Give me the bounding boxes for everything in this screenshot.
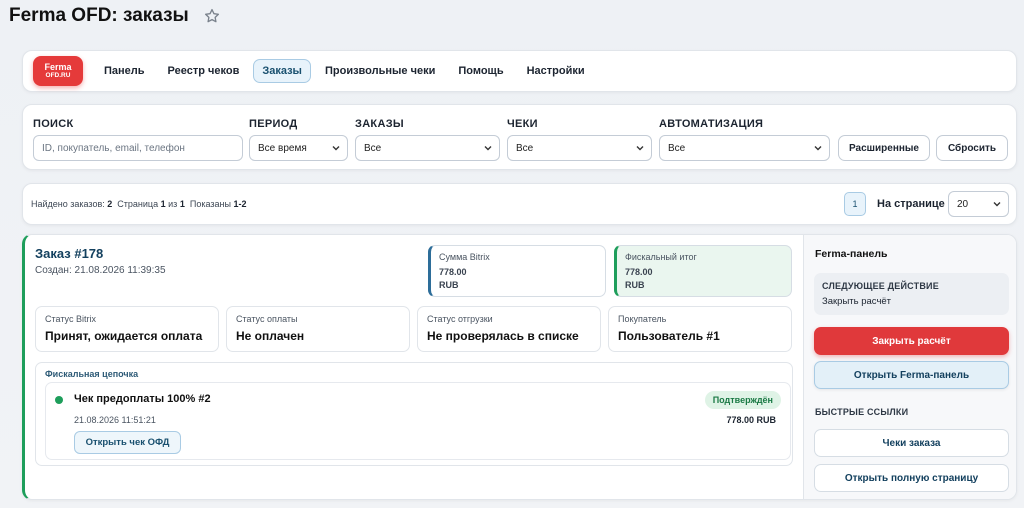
next-action-box: СЛЕДУЮЩЕЕ ДЕЙСТВИЕ Закрыть расчёт <box>814 273 1009 315</box>
orders-select[interactable]: Все <box>355 135 500 161</box>
page-title: Ferma OFD: заказы <box>9 5 189 26</box>
receipts-label: ЧЕКИ <box>507 118 538 130</box>
payment-status-value: Не оплачен <box>236 329 305 343</box>
summary-text: Найдено заказов: 2 Страница 1 из 1 Показ… <box>31 199 246 209</box>
bitrix-sum-currency: RUB <box>439 280 459 290</box>
nav-items: Панель Реестр чеков Заказы Произвольные … <box>95 59 599 83</box>
per-page-select[interactable]: 20 <box>948 191 1009 217</box>
page-header: Ferma OFD: заказы <box>9 5 221 27</box>
receipt-date: 21.08.2026 11:51:21 <box>74 415 156 425</box>
payment-status-box: Статус оплаты Не оплачен <box>226 306 410 352</box>
receipt-status-badge: Подтверждён <box>704 391 781 409</box>
bitrix-status-value: Принят, ожидается оплата <box>45 329 203 343</box>
logo-text-bottom: OFD.RU <box>45 71 71 79</box>
page-current: 1 <box>160 199 166 209</box>
orders-label: ЗАКАЗЫ <box>355 118 404 130</box>
bitrix-sum-box: Сумма Bitrix 778.00 RUB <box>428 245 606 297</box>
star-icon[interactable] <box>203 7 221 25</box>
automation-value: Все <box>668 142 686 154</box>
period-label: ПЕРИОД <box>249 118 298 130</box>
receipts-select[interactable]: Все <box>507 135 652 161</box>
side-panel-title: Ferma-панель <box>815 248 888 260</box>
chevron-down-icon <box>636 146 644 151</box>
reset-filters-button[interactable]: Сбросить <box>936 135 1008 161</box>
found-count: 2 <box>107 199 113 209</box>
next-action-value: Закрыть расчёт <box>822 296 892 307</box>
fiscal-chain-title: Фискальная цепочка <box>45 369 139 379</box>
nav-item-help[interactable]: Помощь <box>449 59 512 83</box>
nav-item-custom-receipts[interactable]: Произвольные чеки <box>316 59 444 83</box>
fiscal-total-value: 778.00 <box>625 267 653 277</box>
shown-range: 1-2 <box>233 199 247 209</box>
automation-label: АВТОМАТИЗАЦИЯ <box>659 118 764 130</box>
shown-label: Показаны <box>189 199 231 209</box>
receipt-sum: 778.00 RUB <box>726 415 776 425</box>
fiscal-total-box: Фискальный итог 778.00 RUB <box>614 245 792 297</box>
open-full-page-button[interactable]: Открыть полную страницу <box>814 464 1009 492</box>
close-settlement-button[interactable]: Закрыть расчёт <box>814 327 1009 355</box>
next-action-caption: СЛЕДУЮЩЕЕ ДЕЙСТВИЕ <box>822 281 939 291</box>
fiscal-chain: Фискальная цепочка Чек предоплаты 100% #… <box>35 362 793 466</box>
bitrix-status-box: Статус Bitrix Принят, ожидается оплата <box>35 306 219 352</box>
payment-status-caption: Статус оплаты <box>236 314 298 324</box>
automation-select[interactable]: Все <box>659 135 830 161</box>
nav-item-orders[interactable]: Заказы <box>253 59 311 83</box>
receipt-title: Чек предоплаты 100% #2 <box>74 393 211 405</box>
main-nav: Ferma OFD.RU Панель Реестр чеков Заказы … <box>22 50 1017 92</box>
period-value: Все время <box>258 142 307 154</box>
order-receipts-button[interactable]: Чеки заказа <box>814 429 1009 457</box>
chevron-down-icon <box>332 146 340 151</box>
nav-item-panel[interactable]: Панель <box>95 59 154 83</box>
status-dot-icon <box>55 396 63 404</box>
advanced-filters-button[interactable]: Расширенные <box>838 135 930 161</box>
ferma-side-panel: Ferma-панель СЛЕДУЮЩЕЕ ДЕЙСТВИЕ Закрыть … <box>803 235 1016 499</box>
orders-value: Все <box>364 142 382 154</box>
pagination-page-1[interactable]: 1 <box>844 192 866 216</box>
search-label: ПОИСК <box>33 118 74 130</box>
nav-item-settings[interactable]: Настройки <box>518 59 594 83</box>
logo-text-top: Ferma <box>44 61 72 72</box>
filters-panel: ПОИСК ID, покупатель, email, телефон ПЕР… <box>22 104 1017 170</box>
period-select[interactable]: Все время <box>249 135 348 161</box>
ferma-logo[interactable]: Ferma OFD.RU <box>33 56 83 86</box>
buyer-value: Пользователь #1 <box>618 329 720 343</box>
page-of-label: из <box>168 199 178 209</box>
open-ofd-receipt-button[interactable]: Открыть чек ОФД <box>74 431 181 454</box>
per-page-value: 20 <box>957 198 969 210</box>
per-page-label: На странице <box>877 198 945 210</box>
bitrix-sum-value: 778.00 <box>439 267 467 277</box>
results-summary: Найдено заказов: 2 Страница 1 из 1 Показ… <box>22 183 1017 225</box>
chevron-down-icon <box>484 146 492 151</box>
order-title[interactable]: Заказ #178 <box>35 246 103 261</box>
search-input[interactable]: ID, покупатель, email, телефон <box>33 135 243 161</box>
fiscal-total-currency: RUB <box>625 280 645 290</box>
order-card: Заказ #178 Создан: 21.08.2026 11:39:35 С… <box>22 234 1017 500</box>
chevron-down-icon <box>814 146 822 151</box>
fiscal-total-caption: Фискальный итог <box>625 252 697 262</box>
found-label: Найдено заказов: <box>31 199 105 209</box>
buyer-caption: Покупатель <box>618 314 667 324</box>
shipment-status-value: Не проверялась в списке <box>427 329 579 343</box>
receipts-value: Все <box>516 142 534 154</box>
page-total: 1 <box>179 199 185 209</box>
order-created-date: Создан: 21.08.2026 11:39:35 <box>35 265 166 276</box>
chevron-down-icon <box>993 202 1001 207</box>
bitrix-status-caption: Статус Bitrix <box>45 314 96 324</box>
page-label: Страница <box>117 199 159 209</box>
shipment-status-box: Статус отгрузки Не проверялась в списке <box>417 306 601 352</box>
nav-item-receipts-registry[interactable]: Реестр чеков <box>159 59 249 83</box>
open-ferma-panel-button[interactable]: Открыть Ferma-панель <box>814 361 1009 389</box>
quick-links-title: БЫСТРЫЕ ССЫЛКИ <box>815 407 909 417</box>
bitrix-sum-caption: Сумма Bitrix <box>439 252 490 262</box>
buyer-box: Покупатель Пользователь #1 <box>608 306 792 352</box>
shipment-status-caption: Статус отгрузки <box>427 314 493 324</box>
receipt-item: Чек предоплаты 100% #2 21.08.2026 11:51:… <box>45 382 791 460</box>
